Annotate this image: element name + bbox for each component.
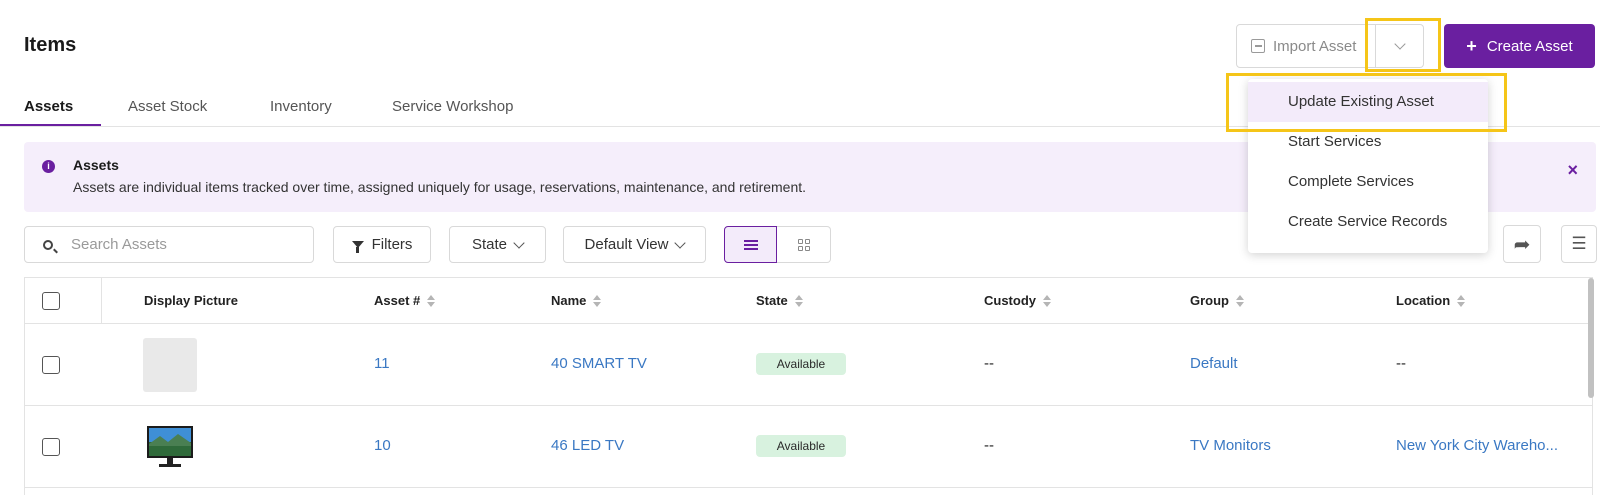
tab-assets[interactable]: Assets <box>24 98 73 115</box>
chevron-down-icon <box>1393 38 1406 50</box>
share-icon: ➦ <box>1513 233 1531 256</box>
asset-name-link[interactable]: 40 SMART TV <box>551 355 647 372</box>
menu-item-complete-services[interactable]: Complete Services <box>1248 162 1488 202</box>
asset-number-link[interactable]: 10 <box>374 437 391 454</box>
search-icon <box>43 239 53 250</box>
tab-inventory[interactable]: Inventory <box>270 98 332 115</box>
col-asset-number[interactable]: Asset # <box>374 293 435 308</box>
list-view-toggle[interactable] <box>724 226 777 263</box>
list-icon <box>743 239 758 250</box>
search-box <box>24 226 314 263</box>
state-label: State <box>471 236 508 253</box>
table-scrollbar[interactable] <box>1588 278 1594 398</box>
row-checkbox[interactable] <box>42 438 60 456</box>
table-row[interactable]: 11 40 SMART TV Available -- Default -- <box>25 324 1592 406</box>
col-name[interactable]: Name <box>551 293 601 308</box>
col-state[interactable]: State <box>756 293 803 308</box>
chevron-down-icon <box>513 236 525 249</box>
create-asset-button[interactable]: + Create Asset <box>1444 24 1595 68</box>
menu-item-create-service-records[interactable]: Create Service Records <box>1248 202 1488 242</box>
active-tab-indicator <box>0 124 101 126</box>
group-link[interactable]: Default <box>1190 355 1238 372</box>
import-options-dropdown-button[interactable] <box>1376 24 1424 68</box>
banner-description: Assets are individual items tracked over… <box>73 179 807 195</box>
share-button[interactable]: ➦ <box>1503 225 1541 263</box>
menu-item-update-existing-asset[interactable]: Update Existing Asset <box>1248 82 1488 122</box>
placeholder-image <box>143 338 197 392</box>
tab-service-workshop[interactable]: Service Workshop <box>392 98 513 115</box>
grid-view-toggle[interactable] <box>777 226 831 263</box>
plus-icon: + <box>1466 35 1477 56</box>
status-badge: Available <box>756 353 846 375</box>
group-link[interactable]: TV Monitors <box>1190 437 1271 454</box>
filter-icon <box>351 241 364 253</box>
grid-icon <box>797 238 810 251</box>
create-asset-label: Create Asset <box>1486 37 1573 55</box>
import-icon <box>1251 39 1265 53</box>
custody-value: -- <box>984 355 994 372</box>
column-divider <box>101 278 102 324</box>
settings-sliders-icon: ☰ <box>1571 234 1587 253</box>
select-all-checkbox[interactable] <box>42 292 60 310</box>
info-icon: i <box>42 160 55 173</box>
status-badge: Available <box>756 435 846 457</box>
table-row[interactable]: 10 46 LED TV Available -- TV Monitors Ne… <box>25 406 1592 488</box>
row-checkbox[interactable] <box>42 356 60 374</box>
import-asset-label: Import Asset <box>1273 37 1357 55</box>
col-group[interactable]: Group <box>1190 293 1244 308</box>
asset-number-link[interactable]: 11 <box>374 355 390 372</box>
col-display-picture[interactable]: Display Picture <box>144 293 238 308</box>
search-input[interactable] <box>71 236 291 253</box>
sort-icon[interactable] <box>1236 295 1244 307</box>
banner-title: Assets <box>73 157 119 173</box>
tv-image <box>147 426 193 467</box>
sort-icon[interactable] <box>427 295 435 307</box>
view-label: Default View <box>584 236 669 253</box>
column-settings-button[interactable]: ☰ <box>1561 225 1597 263</box>
sort-icon[interactable] <box>1043 295 1051 307</box>
custody-value: -- <box>984 437 994 454</box>
import-options-menu: Update Existing Asset Start Services Com… <box>1248 79 1488 253</box>
table-header: Display Picture Asset # Name State Custo… <box>25 278 1592 324</box>
tab-asset-stock[interactable]: Asset Stock <box>128 98 207 115</box>
sort-icon[interactable] <box>795 295 803 307</box>
page-title: Items <box>24 34 77 56</box>
menu-item-start-services[interactable]: Start Services <box>1248 122 1488 162</box>
location-value: -- <box>1396 355 1406 372</box>
col-custody[interactable]: Custody <box>984 293 1051 308</box>
sort-icon[interactable] <box>593 295 601 307</box>
filters-button[interactable]: Filters <box>333 226 431 263</box>
sort-icon[interactable] <box>1457 295 1465 307</box>
location-link[interactable]: New York City Wareho... <box>1396 437 1558 454</box>
assets-table: Display Picture Asset # Name State Custo… <box>24 277 1593 495</box>
close-icon[interactable]: × <box>1567 160 1578 181</box>
chevron-down-icon <box>674 236 687 249</box>
view-dropdown[interactable]: Default View <box>563 226 706 263</box>
asset-name-link[interactable]: 46 LED TV <box>551 437 624 454</box>
filters-label: Filters <box>371 236 413 253</box>
import-asset-button[interactable]: Import Asset <box>1236 24 1376 68</box>
state-dropdown[interactable]: State <box>449 226 546 263</box>
col-location[interactable]: Location <box>1396 293 1465 308</box>
